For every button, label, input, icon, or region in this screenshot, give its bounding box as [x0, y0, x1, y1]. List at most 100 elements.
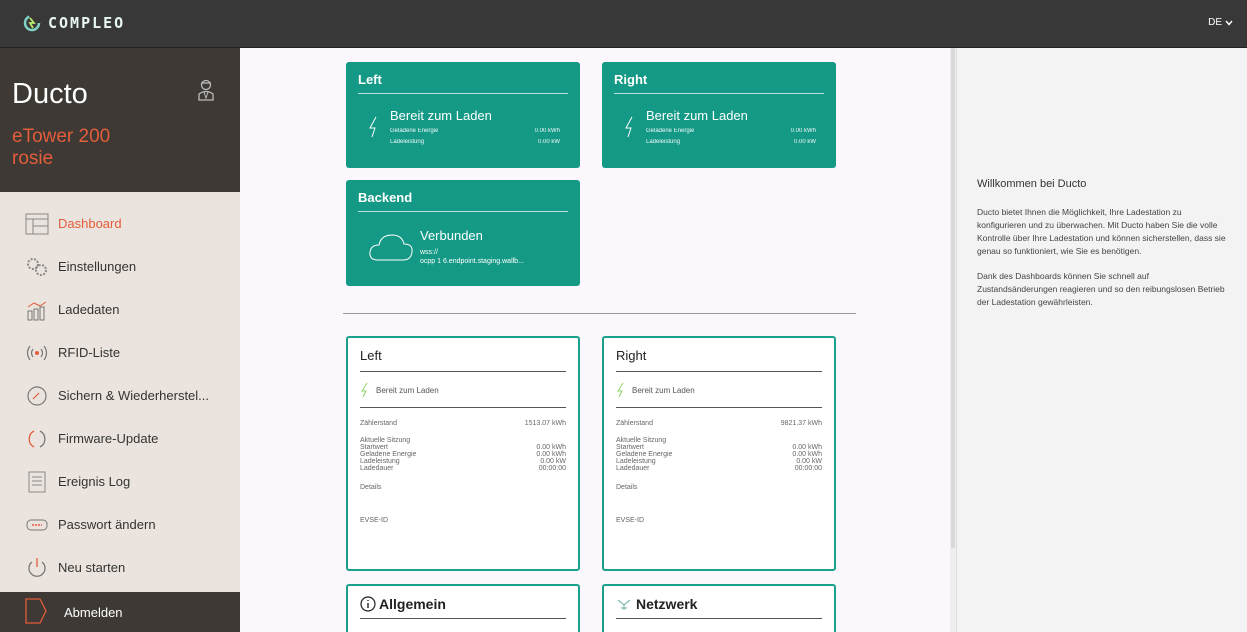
user-icon[interactable]: [196, 78, 216, 102]
cloud-icon: [369, 234, 413, 261]
sidebar-item-settings[interactable]: Einstellungen: [0, 245, 240, 288]
meter-value: 1513.07 kWh: [524, 420, 566, 427]
sidebar-item-label: Firmware-Update: [58, 431, 159, 446]
meter-label: Zählerstand: [360, 420, 397, 427]
meter-row: Zählerstand 1513.07 kWh: [360, 420, 566, 427]
details-link[interactable]: Details: [360, 484, 566, 491]
row-value: 0.00 kW: [540, 458, 566, 465]
energy-value: 0.00 kWh: [790, 128, 816, 134]
details-link[interactable]: Details: [616, 484, 822, 491]
log-icon: [24, 469, 50, 495]
logout-button[interactable]: Abmelden: [0, 592, 240, 632]
welcome-panel: Willkommen bei Ducto Ducto bietet Ihnen …: [956, 48, 1247, 632]
row-value: 0.00 kWh: [536, 451, 566, 458]
card-title: Left: [360, 348, 566, 372]
tile-left[interactable]: Left Bereit zum Laden Geladene Energie 0…: [346, 62, 580, 168]
general-card[interactable]: Allgemein: [346, 584, 580, 632]
backend-url-line: ocpp 1 6.endpoint.staging.wallb...: [420, 258, 524, 265]
row-value: 00:00:00: [794, 465, 822, 472]
tile-title: Left: [358, 72, 568, 94]
sidebar-item-dashboard[interactable]: Dashboard: [0, 202, 240, 245]
sidebar-item-label: Dashboard: [58, 216, 122, 231]
session-row: Startwert 0.00 kWh: [360, 444, 566, 451]
connector-card-left[interactable]: Left Bereit zum Laden Zählerstand 1513.0…: [346, 336, 580, 571]
row-value: 0.00 kW: [796, 458, 822, 465]
row-label: Geladene Energie: [616, 451, 673, 458]
welcome-title: Willkommen bei Ducto: [977, 178, 1087, 190]
scrollbar-thumb[interactable]: [951, 48, 955, 548]
row-value: 0.00 kWh: [792, 451, 822, 458]
tile-title: Right: [614, 72, 824, 94]
bolt-icon: [361, 382, 368, 398]
row-value: 00:00:00: [538, 465, 566, 472]
logout-label: Abmelden: [64, 604, 123, 620]
tile-energy: Geladene Energie 0.00 kWh: [646, 128, 816, 134]
sidebar-header: Ducto eTower 200 rosie: [0, 48, 240, 192]
sidebar-item-event-log[interactable]: Ereignis Log: [0, 460, 240, 503]
refresh-icon: [24, 426, 50, 452]
session-heading: Aktuelle Sitzung: [360, 437, 411, 444]
row-label: Startwert: [616, 444, 645, 451]
sidebar-item-firmware[interactable]: Firmware-Update: [0, 417, 240, 460]
session-row: Geladene Energie 0.00 kWh: [360, 451, 566, 458]
device-label: rosie: [12, 148, 54, 169]
dashboard-icon: [24, 211, 50, 237]
power-label: Ladeleistung: [390, 139, 425, 145]
sidebar-item-label: RFID-Liste: [58, 345, 121, 360]
bolt-icon: [369, 116, 377, 138]
backend-url: wss:// ocpp 1 6.endpoint.staging.wallb..…: [420, 248, 524, 266]
row-label: Startwert: [360, 444, 389, 451]
power-value: 0.00 kW: [537, 139, 560, 145]
top-bar: COMPLEO DE: [0, 0, 1247, 48]
tile-backend[interactable]: Backend Verbunden wss:// ocpp 1 6.endpoi…: [346, 180, 580, 286]
section-divider: [343, 313, 856, 314]
meter-label: Zählerstand: [616, 420, 653, 427]
evse-id-label: EVSE-ID: [360, 517, 389, 524]
meter-row: Zählerstand 9821.37 kWh: [616, 420, 822, 427]
tile-status: Bereit zum Laden: [390, 108, 492, 123]
sidebar-item-label: Passwort ändern: [58, 517, 156, 532]
row-value: 0.00 kWh: [792, 444, 822, 451]
energy-label: Geladene Energie: [646, 128, 695, 134]
bar-chart-icon: [24, 297, 50, 323]
bolt-icon: [625, 116, 633, 138]
device-model: eTower 200: [12, 126, 111, 147]
sidebar: Ducto eTower 200 rosie Dashboard Einstel…: [0, 48, 240, 632]
evse-id-label: EVSE-ID: [616, 517, 645, 524]
power-icon: [24, 555, 50, 581]
bolt-icon: [617, 382, 624, 398]
logo-icon: [23, 14, 41, 32]
session-row: Ladeleistung 0.00 kW: [360, 458, 566, 465]
sidebar-item-label: Sichern & Wiederherstel...: [58, 388, 210, 403]
sidebar-item-password[interactable]: Passwort ändern: [0, 503, 240, 546]
sidebar-item-rfid[interactable]: RFID-Liste: [0, 331, 240, 374]
compleo-logo[interactable]: COMPLEO: [22, 13, 125, 33]
row-label: Ladedauer: [360, 465, 394, 472]
language-label: DE: [1208, 17, 1222, 28]
tile-right[interactable]: Right Bereit zum Laden Geladene Energie …: [602, 62, 836, 168]
row-label: Ladeleistung: [360, 458, 400, 465]
network-icon: [617, 599, 631, 610]
session-row: Ladeleistung 0.00 kW: [616, 458, 822, 465]
backup-icon: [24, 383, 50, 409]
row-value: 0.00 kWh: [536, 444, 566, 451]
connector-card-right[interactable]: Right Bereit zum Laden Zählerstand 9821.…: [602, 336, 836, 571]
card-title: Allgemein: [360, 596, 566, 619]
session-heading: Aktuelle Sitzung: [616, 437, 667, 444]
tile-power: Ladeleistung 0.00 kW: [390, 139, 560, 145]
language-selector[interactable]: DE: [1208, 17, 1233, 28]
device-name: eTower 200 rosie: [12, 126, 152, 170]
brand-name: COMPLEO: [48, 14, 126, 32]
meter-value: 9821.37 kWh: [780, 420, 822, 427]
row-label: Ladeleistung: [616, 458, 656, 465]
sidebar-item-label: Neu starten: [58, 560, 126, 575]
sidebar-item-charging-data[interactable]: Ladedaten: [0, 288, 240, 331]
sidebar-item-backup[interactable]: Sichern & Wiederherstel...: [0, 374, 240, 417]
sidebar-item-label: Ladedaten: [58, 302, 120, 317]
password-icon: [24, 512, 50, 538]
row-label: Geladene Energie: [360, 451, 417, 458]
card-status: Bereit zum Laden: [616, 382, 822, 408]
sidebar-item-restart[interactable]: Neu starten: [0, 546, 240, 589]
network-card[interactable]: Netzwerk: [602, 584, 836, 632]
card-title: Right: [616, 348, 822, 372]
